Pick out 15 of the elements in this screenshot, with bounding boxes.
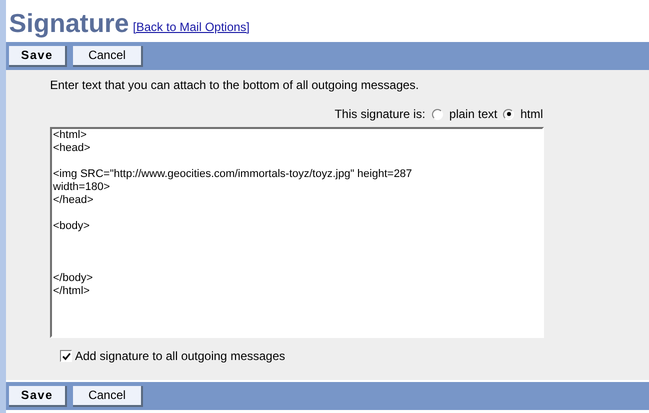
cancel-button[interactable]: Cancel: [73, 386, 143, 406]
signature-textarea[interactable]: <html> <head> <img SRC="http://www.geocities.com/immortals-toyz/toyz.jpg" height=287 width=180> </head> <body> </body> </html>: [50, 127, 544, 338]
radio-label: plain text: [449, 107, 498, 121]
format-label: This signature is:: [334, 107, 426, 121]
radio-button[interactable]: [503, 108, 514, 120]
back-link[interactable]: [Back to Mail Options]: [132, 20, 250, 34]
page-title: Signature: [9, 10, 129, 36]
cancel-button[interactable]: Cancel: [73, 46, 143, 66]
save-button[interactable]: Save: [9, 386, 67, 406]
add-signature-checkbox[interactable]: Add signature to all outgoing messages: [60, 347, 649, 365]
checkmark-icon: [62, 352, 70, 360]
instructions-text: Enter text that you can attach to the bottom of all outgoing messages.: [50, 78, 420, 92]
save-button[interactable]: Save: [9, 46, 67, 66]
radio-label: html: [520, 107, 543, 121]
radio-button[interactable]: [432, 108, 444, 120]
